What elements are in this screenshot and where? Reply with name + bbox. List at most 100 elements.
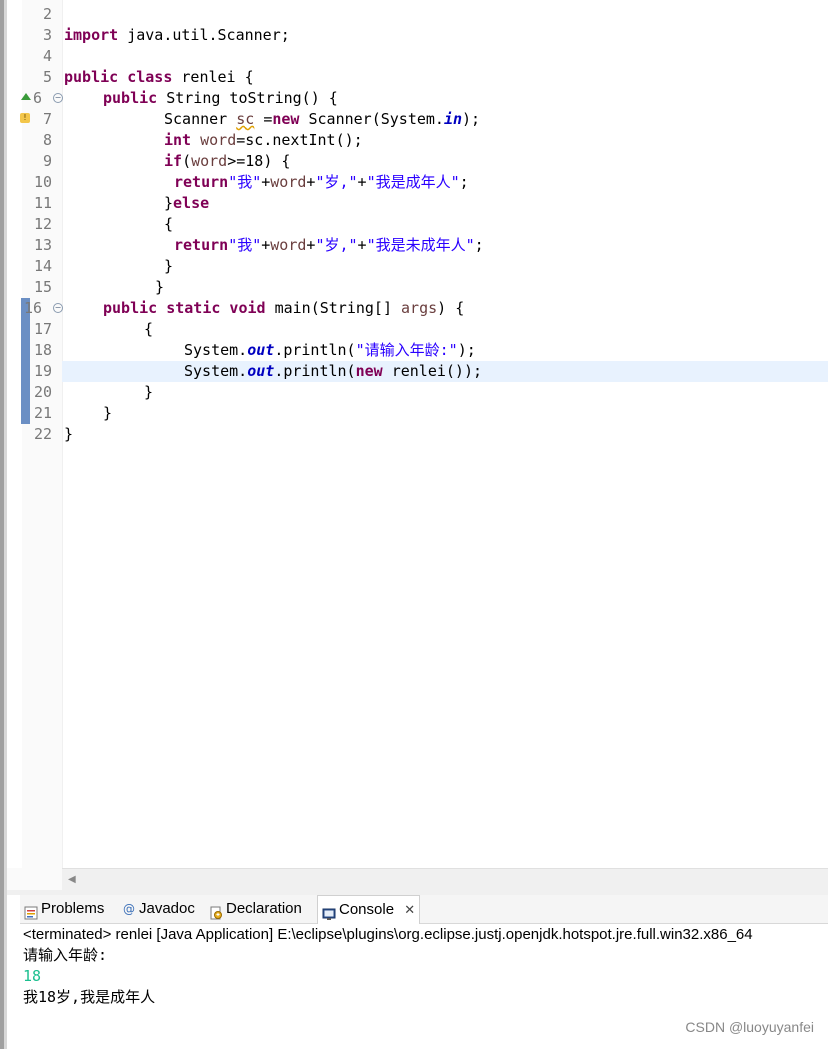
code-token: ); xyxy=(462,110,481,128)
code-token: { xyxy=(144,320,154,338)
code-token: public xyxy=(103,89,158,107)
line-number: 3 xyxy=(42,26,52,44)
code-token: renlei()); xyxy=(382,362,483,380)
code-token: Scanner(System. xyxy=(299,110,444,128)
tab-label: Problems xyxy=(41,900,105,917)
code-token: word xyxy=(270,236,307,254)
code-line-3[interactable]: import java.util.Scanner; xyxy=(64,25,290,46)
console-icon xyxy=(322,903,336,921)
code-token: System. xyxy=(184,341,248,359)
console-input-line: 18 xyxy=(23,967,42,985)
code-editor[interactable] xyxy=(7,0,828,868)
horizontal-scrollbar[interactable]: ◀ xyxy=(62,868,828,891)
code-line-17[interactable]: { xyxy=(144,319,153,340)
scroll-left-arrow-icon[interactable]: ◀ xyxy=(68,874,76,885)
code-token: .println( xyxy=(274,341,356,359)
code-token: if xyxy=(164,152,183,170)
code-token: } xyxy=(164,257,174,275)
console-terminated-header: <terminated> renlei [Java Application] E… xyxy=(23,926,753,943)
javadoc-icon: @ xyxy=(123,902,135,917)
code-token: ; xyxy=(474,236,484,254)
code-line-12[interactable]: { xyxy=(164,214,173,235)
code-line-9[interactable]: if(word>=18) { xyxy=(164,151,290,172)
line-number: 6 xyxy=(32,89,42,107)
code-line-5[interactable]: public class renlei { xyxy=(64,67,254,88)
code-line-10[interactable]: return"我"+word+"岁,"+"我是成年人"; xyxy=(174,172,469,193)
code-token: Scanner xyxy=(164,110,237,128)
code-token: { xyxy=(164,215,174,233)
code-token: "我是未成年人" xyxy=(366,236,475,254)
code-line-22[interactable]: } xyxy=(64,424,73,445)
code-token: = xyxy=(254,110,273,128)
code-token: return xyxy=(174,236,229,254)
code-token: "我" xyxy=(228,236,262,254)
code-token: word xyxy=(191,152,228,170)
code-line-11[interactable]: }else xyxy=(164,193,209,214)
code-token: =sc.nextInt(); xyxy=(236,131,363,149)
console-output-line: 我18岁,我是成年人 xyxy=(23,988,156,1006)
fold-collapse-icon[interactable]: − xyxy=(53,303,63,313)
line-number: 15 xyxy=(33,278,52,296)
code-token: "岁," xyxy=(315,236,358,254)
code-line-13[interactable]: return"我"+word+"岁,"+"我是未成年人"; xyxy=(174,235,484,256)
line-number: 7 xyxy=(42,110,52,128)
code-token: new xyxy=(272,110,300,128)
line-number: 20 xyxy=(33,383,52,401)
code-token: public class xyxy=(64,68,173,86)
tab-console[interactable]: Console ✕ xyxy=(317,895,421,924)
code-token: "请输入年龄:" xyxy=(355,341,458,359)
code-line-21[interactable]: } xyxy=(103,403,112,424)
code-token: new xyxy=(355,362,383,380)
code-token: main(String[] xyxy=(265,299,402,317)
line-number: 11 xyxy=(33,194,52,212)
close-icon[interactable]: ✕ xyxy=(404,903,415,918)
line-number: 14 xyxy=(33,257,52,275)
code-token: "岁," xyxy=(315,173,358,191)
code-token: String toString() { xyxy=(157,89,338,107)
line-number: 10 xyxy=(33,173,52,191)
line-number: 19 xyxy=(33,362,52,380)
tab-label: Javadoc xyxy=(139,900,195,917)
tab-javadoc[interactable]: @ Javadoc xyxy=(118,895,199,923)
code-token: + xyxy=(261,236,271,254)
console-output-line: 请输入年龄: xyxy=(23,946,108,964)
code-token: out xyxy=(247,362,275,380)
code-token: return xyxy=(174,173,229,191)
declaration-icon xyxy=(209,902,223,920)
code-line-6[interactable]: public String toString() { xyxy=(103,88,338,109)
bottom-panel-tabbar: Problems @ Javadoc Declaration Console ✕ xyxy=(20,895,828,924)
code-token: ); xyxy=(457,341,476,359)
code-line-7[interactable]: Scanner sc =new Scanner(System.in); xyxy=(164,109,480,130)
tab-label: Declaration xyxy=(226,900,302,917)
code-line-19[interactable]: System.out.println(new renlei()); xyxy=(184,361,482,382)
code-token: "我是成年人" xyxy=(366,173,460,191)
fold-collapse-icon[interactable]: − xyxy=(53,93,63,103)
code-token: + xyxy=(357,173,367,191)
code-token: >=18) { xyxy=(227,152,291,170)
code-token: + xyxy=(261,173,271,191)
code-token: word xyxy=(191,131,237,149)
line-number: 8 xyxy=(42,131,52,149)
tab-problems[interactable]: Problems xyxy=(20,895,108,923)
code-line-16[interactable]: public static void main(String[] args) { xyxy=(103,298,464,319)
line-number: 17 xyxy=(33,320,52,338)
code-line-15[interactable]: } xyxy=(155,277,164,298)
code-token: } xyxy=(144,383,154,401)
code-token: } xyxy=(164,194,174,212)
problems-icon xyxy=(24,902,38,920)
gutter-bottom xyxy=(7,868,62,890)
code-token: public static void xyxy=(103,299,266,317)
code-token: } xyxy=(64,425,74,443)
code-line-20[interactable]: } xyxy=(144,382,153,403)
line-number: 21 xyxy=(33,404,52,422)
code-token: } xyxy=(103,404,113,422)
code-token: int xyxy=(164,131,192,149)
code-token: else xyxy=(173,194,210,212)
code-token: System. xyxy=(184,362,248,380)
code-line-8[interactable]: int word=sc.nextInt(); xyxy=(164,130,363,151)
tab-declaration[interactable]: Declaration xyxy=(205,895,306,923)
line-number: 4 xyxy=(42,47,52,65)
code-token: import xyxy=(64,26,119,44)
code-line-14[interactable]: } xyxy=(164,256,173,277)
code-line-18[interactable]: System.out.println("请输入年龄:"); xyxy=(184,340,476,361)
